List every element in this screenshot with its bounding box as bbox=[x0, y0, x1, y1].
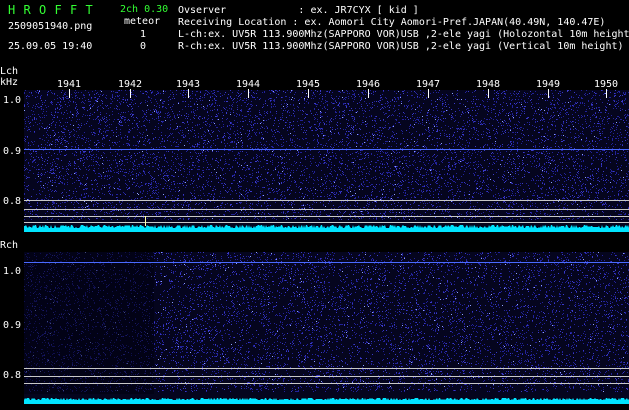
brand-letter: F bbox=[70, 3, 78, 17]
rch-spectrogram bbox=[24, 252, 629, 404]
channel-setting: 2ch 0.30 bbox=[120, 4, 169, 15]
meteor-label: meteor bbox=[124, 16, 161, 27]
meteor-echo bbox=[145, 216, 146, 226]
reference-line bbox=[24, 222, 629, 223]
year-tick bbox=[488, 89, 489, 98]
reference-line bbox=[24, 209, 629, 210]
location-info: Receiving Location : ex. Aomori City Aom… bbox=[178, 17, 606, 28]
lch-spectrogram bbox=[24, 90, 629, 232]
year-tick bbox=[248, 89, 249, 98]
rch-info: R-ch:ex. UV5R 113.900Mhz(SAPPORO VOR)USB… bbox=[178, 41, 624, 52]
lch-info: L-ch:ex. UV5R 113.900Mhz(SAPPORO VOR)USB… bbox=[178, 29, 629, 40]
carrier-line bbox=[24, 262, 629, 263]
rch-label: Rch bbox=[0, 240, 19, 251]
reference-line bbox=[24, 200, 629, 201]
brand-letter: O bbox=[39, 3, 47, 17]
brand-letter: H bbox=[8, 3, 16, 17]
lch-ylabel-3: 0.8 bbox=[3, 196, 22, 207]
date-time: 25.09.05 19:40 bbox=[8, 41, 93, 52]
year-tick bbox=[308, 89, 309, 98]
year-tick bbox=[428, 89, 429, 98]
rch-ylabel-3: 0.8 bbox=[3, 370, 22, 381]
lch-ylabel-1: 1.0 bbox=[3, 95, 22, 106]
file-name: 2509051940.png bbox=[8, 21, 93, 32]
year-tick bbox=[548, 89, 549, 98]
meteor-count-r: 0 bbox=[140, 41, 147, 52]
brand-letter: F bbox=[54, 3, 62, 17]
year-tick bbox=[69, 89, 70, 98]
carrier-line bbox=[24, 149, 629, 150]
reference-line bbox=[24, 368, 629, 369]
rch-ylabel-1: 1.0 bbox=[3, 266, 22, 277]
reference-line bbox=[24, 216, 629, 217]
app-brand: HROFFT bbox=[8, 3, 101, 17]
year-tick bbox=[130, 89, 131, 98]
year-tick bbox=[188, 89, 189, 98]
observer-info: Ovserver : ex. JR7CYX [ kid ] bbox=[178, 5, 419, 16]
rch-ylabel-2: 0.9 bbox=[3, 320, 22, 331]
dark-band bbox=[24, 252, 154, 394]
lch-ylabel-2: 0.9 bbox=[3, 146, 22, 157]
reference-line bbox=[24, 383, 629, 384]
lch-label: Lch bbox=[0, 66, 19, 77]
lch-spectrogram-svg bbox=[24, 90, 629, 232]
year-tick bbox=[606, 89, 607, 98]
reference-line bbox=[24, 376, 629, 377]
brand-letter: T bbox=[85, 3, 93, 17]
brand-letter: R bbox=[23, 3, 31, 17]
lch-unit: kHz bbox=[0, 77, 19, 88]
meteor-count-l: 1 bbox=[140, 29, 147, 40]
year-tick bbox=[368, 89, 369, 98]
rch-spectrogram-svg bbox=[24, 252, 629, 404]
